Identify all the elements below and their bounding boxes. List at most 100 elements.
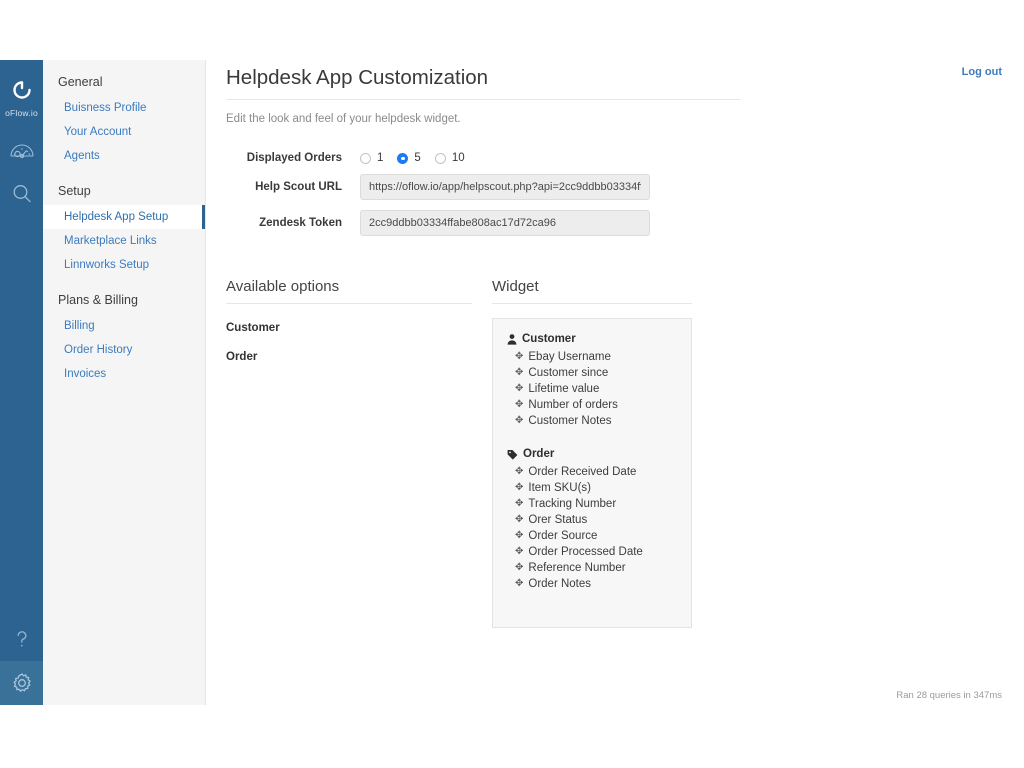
page-subtitle: Edit the look and feel of your helpdesk … bbox=[226, 113, 1016, 125]
widget-group-customer: Customer bbox=[507, 333, 679, 345]
radio-label-10: 10 bbox=[452, 152, 465, 164]
widget-field-label: Order Received Date bbox=[528, 466, 636, 478]
nav-group-title: Setup bbox=[43, 184, 205, 198]
widget-field-label: Order Source bbox=[528, 530, 597, 542]
widget-column: Widget Customer bbox=[492, 278, 692, 628]
widget-field-order-notes[interactable]: ✥ Order Notes bbox=[507, 576, 679, 592]
nav-group-title: General bbox=[43, 75, 205, 89]
move-icon: ✥ bbox=[515, 467, 523, 477]
widget-field-label: Lifetime value bbox=[528, 383, 599, 395]
widget-group-order: Order bbox=[507, 448, 679, 460]
move-icon: ✥ bbox=[515, 400, 523, 410]
widget-group-customer-label: Customer bbox=[522, 333, 576, 345]
sidebar-item-order-history[interactable]: Order History bbox=[43, 338, 205, 362]
move-icon: ✥ bbox=[515, 384, 523, 394]
help-scout-url-label: Help Scout URL bbox=[226, 181, 360, 193]
widget-field-order-received-date[interactable]: ✥ Order Received Date bbox=[507, 464, 679, 480]
widget-heading: Widget bbox=[492, 278, 692, 304]
radio-option-10[interactable]: 10 bbox=[435, 152, 465, 164]
brand-logo[interactable]: oFlow.io bbox=[0, 70, 43, 118]
move-icon: ✥ bbox=[515, 547, 523, 557]
radio-label-1: 1 bbox=[377, 152, 383, 164]
help-question-icon[interactable] bbox=[0, 617, 43, 661]
refresh-logo-icon bbox=[10, 78, 34, 102]
widget-field-number-of-orders[interactable]: ✥ Number of orders bbox=[507, 397, 679, 413]
move-icon: ✥ bbox=[515, 416, 523, 426]
page-title: Helpdesk App Customization bbox=[226, 66, 740, 100]
widget-field-customer-notes[interactable]: ✥ Customer Notes bbox=[507, 413, 679, 429]
available-options-heading: Available options bbox=[226, 278, 472, 304]
widget-field-lifetime-value[interactable]: ✥ Lifetime value bbox=[507, 381, 679, 397]
widget-field-label: Ebay Username bbox=[528, 351, 610, 363]
widget-field-label: Reference Number bbox=[528, 562, 625, 574]
nav-group-plans-billing: Plans & Billing Billing Order History In… bbox=[43, 293, 205, 386]
sidebar-item-billing[interactable]: Billing bbox=[43, 314, 205, 338]
widget-field-customer-since[interactable]: ✥ Customer since bbox=[507, 365, 679, 381]
zendesk-token-input[interactable] bbox=[360, 210, 650, 236]
sidebar-nav: General Buisness Profile Your Account Ag… bbox=[43, 60, 206, 705]
sidebar-item-linnworks-setup[interactable]: Linnworks Setup bbox=[43, 253, 205, 277]
widget-field-ebay-username[interactable]: ✥ Ebay Username bbox=[507, 349, 679, 365]
sidebar-item-your-account[interactable]: Your Account bbox=[43, 120, 205, 144]
form-row-zendesk-token: Zendesk Token bbox=[226, 210, 1016, 236]
sidebar-item-invoices[interactable]: Invoices bbox=[43, 362, 205, 386]
zendesk-token-label: Zendesk Token bbox=[226, 217, 360, 229]
query-status-text: Ran 28 queries in 347ms bbox=[896, 690, 1002, 701]
radio-button-10[interactable] bbox=[435, 153, 446, 164]
widget-field-reference-number[interactable]: ✥ Reference Number bbox=[507, 560, 679, 576]
move-icon: ✥ bbox=[515, 368, 523, 378]
move-icon: ✥ bbox=[515, 515, 523, 525]
main-content: Log out Helpdesk App Customization Edit … bbox=[206, 0, 1024, 768]
nav-group-title: Plans & Billing bbox=[43, 293, 205, 307]
widget-field-order-source[interactable]: ✥ Order Source bbox=[507, 528, 679, 544]
widget-field-item-skus[interactable]: ✥ Item SKU(s) bbox=[507, 480, 679, 496]
displayed-orders-label: Displayed Orders bbox=[226, 152, 360, 164]
content-area: Helpdesk App Customization Edit the look… bbox=[226, 66, 1016, 628]
settings-gear-icon[interactable] bbox=[0, 661, 43, 705]
help-scout-url-input[interactable] bbox=[360, 174, 650, 200]
search-icon[interactable] bbox=[0, 172, 43, 216]
move-icon: ✥ bbox=[515, 579, 523, 589]
displayed-orders-radio-group: 1 5 10 bbox=[360, 152, 479, 164]
builder-columns: Available options Customer Order Widget bbox=[226, 278, 1016, 628]
move-icon: ✥ bbox=[515, 483, 523, 493]
radio-label-5: 5 bbox=[414, 152, 420, 164]
nav-group-setup: Setup Helpdesk App Setup Marketplace Lin… bbox=[43, 184, 205, 277]
widget-field-label: Order Notes bbox=[528, 578, 591, 590]
radio-button-1[interactable] bbox=[360, 153, 371, 164]
widget-field-label: Orer Status bbox=[528, 514, 587, 526]
available-group-order[interactable]: Order bbox=[226, 351, 472, 363]
icon-rail-bottom bbox=[0, 617, 43, 705]
widget-field-label: Customer Notes bbox=[528, 415, 611, 427]
move-icon: ✥ bbox=[515, 499, 523, 509]
widget-field-label: Number of orders bbox=[528, 399, 617, 411]
widget-field-tracking-number[interactable]: ✥ Tracking Number bbox=[507, 496, 679, 512]
available-group-customer[interactable]: Customer bbox=[226, 322, 472, 334]
form-row-displayed-orders: Displayed Orders 1 5 10 bbox=[226, 152, 1016, 164]
widget-field-order-status[interactable]: ✥ Orer Status bbox=[507, 512, 679, 528]
sidebar-item-marketplace-links[interactable]: Marketplace Links bbox=[43, 229, 205, 253]
sidebar-item-helpdesk-app-setup[interactable]: Helpdesk App Setup bbox=[43, 205, 205, 229]
settings-form: Displayed Orders 1 5 10 bbox=[226, 152, 1016, 236]
move-icon: ✥ bbox=[515, 352, 523, 362]
icon-rail: oFlow.io bbox=[0, 60, 43, 705]
radio-option-5[interactable]: 5 bbox=[397, 152, 420, 164]
form-row-help-scout-url: Help Scout URL bbox=[226, 174, 1016, 200]
icon-rail-top: oFlow.io bbox=[0, 60, 43, 216]
widget-group-order-label: Order bbox=[523, 448, 554, 460]
brand-name: oFlow.io bbox=[0, 108, 43, 118]
widget-field-label: Order Processed Date bbox=[528, 546, 642, 558]
radio-button-5[interactable] bbox=[397, 153, 408, 164]
nav-group-general: General Buisness Profile Your Account Ag… bbox=[43, 75, 205, 168]
widget-field-order-processed-date[interactable]: ✥ Order Processed Date bbox=[507, 544, 679, 560]
move-icon: ✥ bbox=[515, 563, 523, 573]
dashboard-gauge-icon[interactable] bbox=[0, 128, 43, 172]
widget-dropzone[interactable]: Customer ✥ Ebay Username ✥ Customer sinc… bbox=[492, 318, 692, 628]
sidebar-item-agents[interactable]: Agents bbox=[43, 144, 205, 168]
radio-option-1[interactable]: 1 bbox=[360, 152, 383, 164]
tag-icon bbox=[507, 449, 518, 460]
app-window: oFlow.io bbox=[0, 0, 1024, 768]
widget-field-label: Customer since bbox=[528, 367, 608, 379]
sidebar-item-buisness-profile[interactable]: Buisness Profile bbox=[43, 96, 205, 120]
person-icon bbox=[507, 334, 517, 345]
